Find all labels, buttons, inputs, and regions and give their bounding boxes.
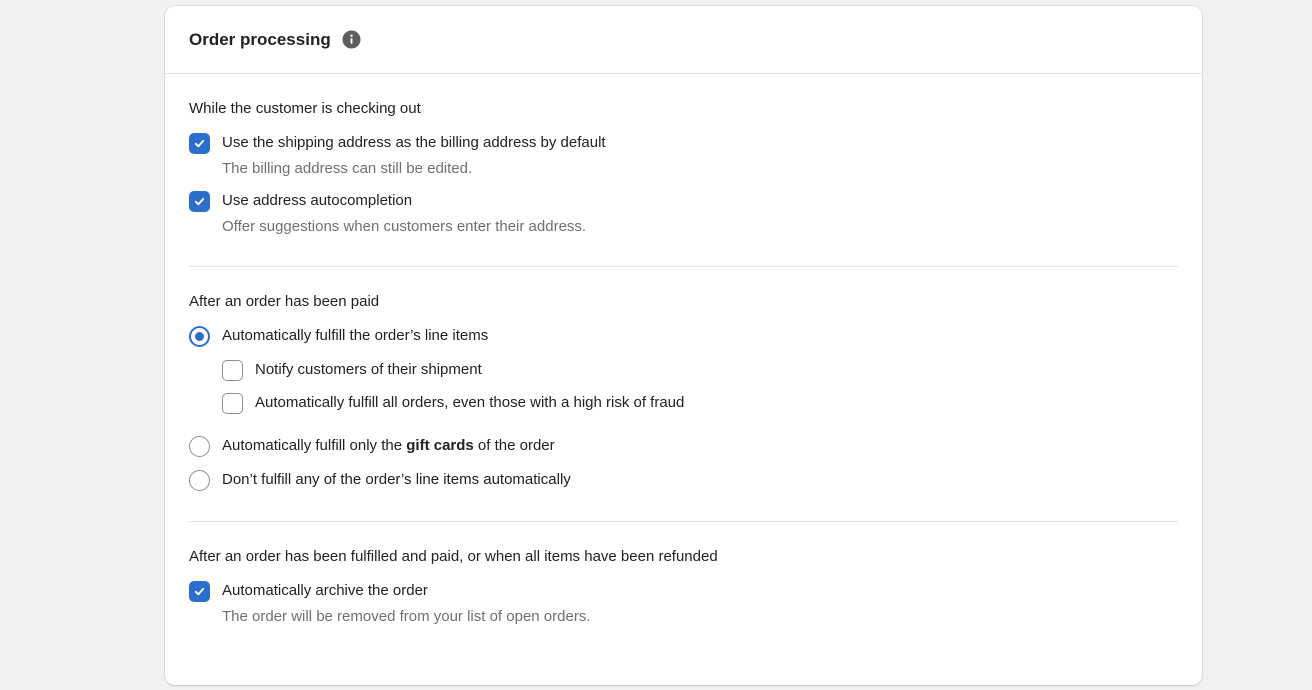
fulfill-high-risk-label: Automatically fulfill all orders, even t… xyxy=(255,394,685,411)
billing-same-as-shipping-help: The billing address can still be edited. xyxy=(222,160,473,177)
no-auto-fulfill-option[interactable]: Don’t fulfill any of the order’s line it… xyxy=(189,469,1178,491)
gift-cards-prefix: Automatically fulfill only the xyxy=(222,437,407,454)
paid-section: After an order has been paid Automatical… xyxy=(189,267,1178,522)
card-title: Order processing xyxy=(189,29,331,49)
notify-customers-label: Notify customers of their shipment xyxy=(255,361,482,378)
auto-fulfill-line-items-option[interactable]: Automatically fulfill the order’s line i… xyxy=(189,325,1178,347)
gift-cards-only-option[interactable]: Automatically fulfill only the gift card… xyxy=(189,435,1178,457)
gift-cards-suffix: of the order xyxy=(473,437,555,454)
gift-cards-only-radio[interactable] xyxy=(189,435,210,457)
billing-same-as-shipping-label: Use the shipping address as the billing … xyxy=(222,134,606,151)
address-autocompletion-option[interactable]: Use address autocompletion xyxy=(189,190,1178,212)
paid-section-heading: After an order has been paid xyxy=(189,293,380,310)
card-body: While the customer is checking out Use t… xyxy=(165,74,1202,652)
archive-section: After an order has been fulfilled and pa… xyxy=(189,522,1178,652)
checkmark-icon xyxy=(194,587,205,595)
card-header: Order processing xyxy=(165,6,1202,74)
address-autocompletion-checkbox[interactable] xyxy=(189,190,210,212)
order-processing-card: Order processing While the customer is c… xyxy=(165,6,1202,685)
fulfill-high-risk-checkbox[interactable] xyxy=(222,392,243,414)
notify-customers-checkbox[interactable] xyxy=(222,359,243,381)
auto-archive-help: The order will be removed from your list… xyxy=(222,608,591,625)
billing-same-as-shipping-option[interactable]: Use the shipping address as the billing … xyxy=(189,132,1178,154)
auto-fulfill-line-items-label: Automatically fulfill the order’s line i… xyxy=(222,327,489,344)
checkout-section: While the customer is checking out Use t… xyxy=(189,74,1178,267)
gift-cards-bold: gift cards xyxy=(406,437,474,454)
address-autocompletion-label: Use address autocompletion xyxy=(222,192,413,209)
checkmark-icon xyxy=(194,197,205,205)
auto-fulfill-nested-options: Notify customers of their shipment Autom… xyxy=(222,359,1178,414)
auto-archive-label: Automatically archive the order xyxy=(222,582,428,599)
fulfill-high-risk-option[interactable]: Automatically fulfill all orders, even t… xyxy=(222,392,1178,414)
checkmark-icon xyxy=(194,139,205,147)
checkout-section-heading: While the customer is checking out xyxy=(189,100,421,117)
address-autocompletion-help: Offer suggestions when customers enter t… xyxy=(222,218,587,235)
auto-fulfill-line-items-radio[interactable] xyxy=(189,325,210,347)
gift-cards-only-label: Automatically fulfill only the gift card… xyxy=(222,437,555,455)
auto-archive-checkbox[interactable] xyxy=(189,580,210,602)
archive-section-heading: After an order has been fulfilled and pa… xyxy=(189,548,718,565)
no-auto-fulfill-radio[interactable] xyxy=(189,469,210,491)
info-icon[interactable] xyxy=(342,30,361,49)
auto-archive-option[interactable]: Automatically archive the order xyxy=(189,580,1178,602)
billing-same-as-shipping-checkbox[interactable] xyxy=(189,132,210,154)
notify-customers-option[interactable]: Notify customers of their shipment xyxy=(222,359,1178,381)
no-auto-fulfill-label: Don’t fulfill any of the order’s line it… xyxy=(222,471,571,488)
